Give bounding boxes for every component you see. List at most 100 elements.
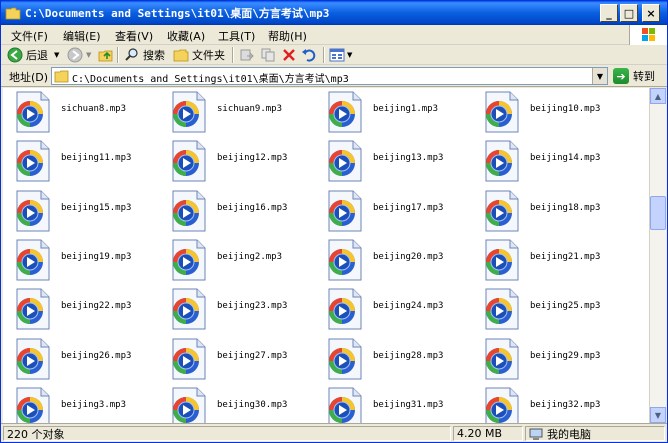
menu-file[interactable]: 文件(F): [11, 28, 48, 44]
views-button[interactable]: ▼: [329, 47, 352, 63]
file-name: beijing23.mp3: [217, 301, 288, 311]
menu-favorites[interactable]: 收藏(A): [167, 28, 205, 44]
file-name: beijing27.mp3: [217, 351, 288, 361]
file-item[interactable]: beijing22.mp3: [7, 285, 163, 333]
menu-edit[interactable]: 编辑(E): [63, 28, 101, 44]
file-item[interactable]: beijing3.mp3: [7, 384, 163, 423]
up-folder-button[interactable]: [98, 47, 114, 63]
copy-to-button[interactable]: [260, 47, 276, 63]
file-name: beijing24.mp3: [373, 301, 444, 311]
file-item[interactable]: beijing29.mp3: [476, 335, 632, 383]
audio-file-icon: [169, 238, 209, 282]
total-size: 4.20 MB: [453, 426, 523, 441]
file-item[interactable]: beijing21.mp3: [476, 236, 632, 284]
location-label: 我的电脑: [547, 427, 591, 441]
menu-help[interactable]: 帮助(H): [268, 28, 307, 44]
file-name: beijing25.mp3: [530, 301, 601, 311]
address-label: 地址(D): [9, 71, 49, 84]
file-item[interactable]: beijing17.mp3: [319, 187, 475, 235]
go-button[interactable]: ➔ 转到: [613, 67, 655, 85]
file-item[interactable]: sichuan9.mp3: [163, 88, 319, 136]
go-label: 转到: [633, 70, 655, 83]
audio-file-icon: [169, 287, 209, 331]
file-name: beijing29.mp3: [530, 351, 601, 361]
file-name: beijing11.mp3: [61, 153, 132, 163]
close-button[interactable]: ×: [642, 4, 660, 22]
explorer-window: C:\Documents and Settings\it01\桌面\方言考试\m…: [0, 0, 668, 443]
views-icon: [329, 48, 345, 62]
audio-file-icon: [13, 287, 53, 331]
file-item[interactable]: beijing16.mp3: [163, 187, 319, 235]
vertical-scrollbar[interactable]: ▲ ▼: [649, 88, 666, 423]
file-name: beijing18.mp3: [530, 203, 601, 213]
file-item[interactable]: beijing24.mp3: [319, 285, 475, 333]
address-value: C:\Documents and Settings\it01\桌面\方言考试\m…: [72, 74, 349, 85]
file-item[interactable]: beijing1.mp3: [319, 88, 475, 136]
file-item[interactable]: beijing23.mp3: [163, 285, 319, 333]
delete-button[interactable]: [281, 47, 297, 63]
views-dropdown-icon[interactable]: ▼: [347, 51, 352, 59]
file-name: beijing3.mp3: [61, 400, 127, 410]
file-item[interactable]: beijing15.mp3: [7, 187, 163, 235]
file-name: sichuan8.mp3: [61, 104, 127, 114]
file-item[interactable]: beijing14.mp3: [476, 137, 632, 185]
audio-file-icon: [169, 386, 209, 423]
folders-button[interactable]: 文件夹: [173, 47, 225, 63]
audio-file-icon: [13, 90, 53, 134]
audio-file-icon: [169, 337, 209, 381]
file-item[interactable]: beijing2.mp3: [163, 236, 319, 284]
file-item[interactable]: beijing19.mp3: [7, 236, 163, 284]
file-item[interactable]: beijing12.mp3: [163, 137, 319, 185]
forward-button[interactable]: ▼: [67, 47, 91, 63]
audio-file-icon: [325, 386, 365, 423]
scroll-up-icon[interactable]: ▲: [650, 88, 666, 104]
file-name: beijing14.mp3: [530, 153, 601, 163]
move-to-button[interactable]: [239, 47, 255, 63]
file-item[interactable]: beijing32.mp3: [476, 384, 632, 423]
file-name: beijing26.mp3: [61, 351, 132, 361]
move-to-icon: [240, 49, 254, 61]
file-name: beijing12.mp3: [217, 153, 288, 163]
folder-icon: [54, 70, 69, 83]
file-item[interactable]: beijing10.mp3: [476, 88, 632, 136]
file-item[interactable]: sichuan8.mp3: [7, 88, 163, 136]
file-item[interactable]: beijing26.mp3: [7, 335, 163, 383]
file-name: beijing22.mp3: [61, 301, 132, 311]
scroll-thumb[interactable]: [650, 196, 666, 230]
file-item[interactable]: beijing20.mp3: [319, 236, 475, 284]
address-input[interactable]: C:\Documents and Settings\it01\桌面\方言考试\m…: [51, 67, 608, 85]
back-button[interactable]: 后退 ▼: [7, 47, 59, 63]
file-name: beijing20.mp3: [373, 252, 444, 262]
file-item[interactable]: beijing18.mp3: [476, 187, 632, 235]
title-bar[interactable]: C:\Documents and Settings\it01\桌面\方言考试\m…: [1, 1, 667, 25]
file-item[interactable]: beijing11.mp3: [7, 137, 163, 185]
search-button[interactable]: 搜索: [124, 47, 165, 63]
menu-tools[interactable]: 工具(T): [218, 28, 255, 44]
file-item[interactable]: beijing25.mp3: [476, 285, 632, 333]
audio-file-icon: [325, 337, 365, 381]
undo-button[interactable]: [301, 47, 317, 63]
file-list[interactable]: sichuan8.mp3 sichuan9.mp3 beijing1.mp3 beij…: [3, 88, 649, 423]
windows-logo: [629, 25, 667, 45]
file-name: beijing28.mp3: [373, 351, 444, 361]
file-item[interactable]: beijing31.mp3: [319, 384, 475, 423]
forward-dropdown-icon[interactable]: ▼: [86, 51, 91, 59]
file-item[interactable]: beijing27.mp3: [163, 335, 319, 383]
minimize-button[interactable]: _: [600, 4, 618, 22]
menu-view[interactable]: 查看(V): [115, 28, 153, 44]
file-name: beijing13.mp3: [373, 153, 444, 163]
file-name: beijing1.mp3: [373, 104, 439, 114]
location-panel: 我的电脑: [525, 426, 665, 441]
audio-file-icon: [482, 189, 522, 233]
file-item[interactable]: beijing28.mp3: [319, 335, 475, 383]
object-count: 220 个对象: [3, 426, 451, 441]
address-dropdown-icon[interactable]: ▼: [592, 68, 607, 84]
scroll-down-icon[interactable]: ▼: [650, 407, 666, 423]
maximize-button[interactable]: □: [620, 4, 638, 22]
file-item[interactable]: beijing13.mp3: [319, 137, 475, 185]
audio-file-icon: [482, 139, 522, 183]
back-dropdown-icon[interactable]: ▼: [54, 51, 59, 59]
file-name: beijing31.mp3: [373, 400, 444, 410]
file-item[interactable]: beijing30.mp3: [163, 384, 319, 423]
toolbar-separator: [232, 47, 234, 63]
